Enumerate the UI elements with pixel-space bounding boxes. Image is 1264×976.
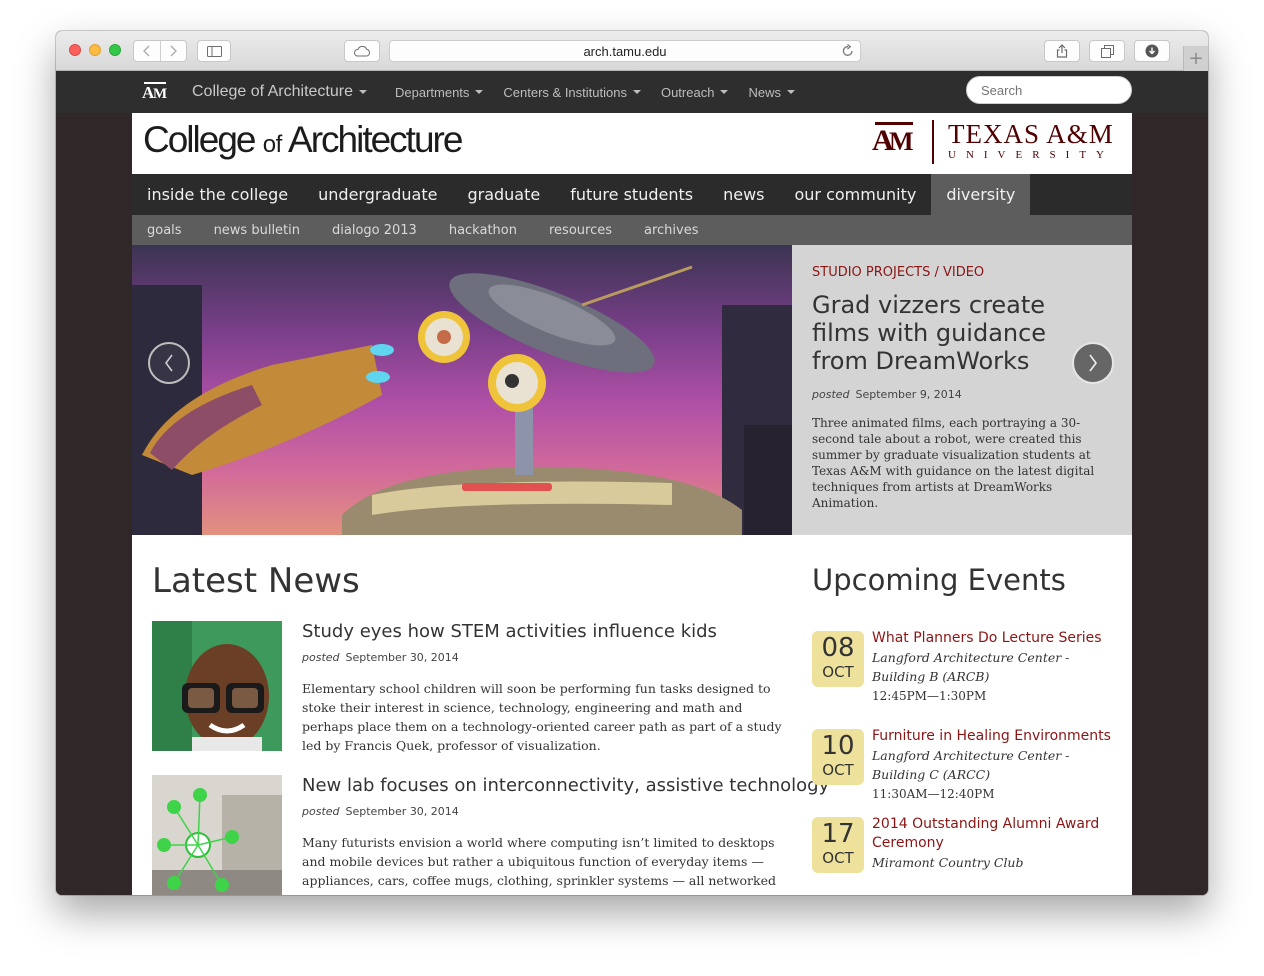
news-thumbnail-stem[interactable] (152, 621, 282, 751)
event-location: Miramont Country Club (872, 855, 1024, 870)
hero-slider: STUDIO PROJECTS / VIDEO Grad vizzers cre… (132, 245, 1132, 535)
hero-robot-image[interactable] (132, 245, 792, 535)
nav-news[interactable]: news (708, 174, 779, 215)
main-navigation: inside the college undergraduate graduat… (132, 174, 1132, 215)
hero-description: Three animated films, each portraying a … (812, 416, 1095, 510)
news-title[interactable]: New lab focuses on interconnectivity, as… (302, 775, 829, 797)
tamu-logo-small[interactable]: A M (142, 81, 168, 106)
event-title[interactable]: What Planners Do Lecture Series (872, 629, 1112, 648)
chevron-left-icon (165, 354, 173, 372)
caret-down-icon (358, 90, 367, 94)
topnav-news[interactable]: News (748, 85, 795, 100)
url-text: arch.tamu.edu (583, 43, 667, 59)
downloads-button[interactable] (1134, 40, 1170, 62)
slider-next-button[interactable] (1072, 342, 1114, 384)
search-input[interactable] (966, 76, 1132, 104)
browser-toolbar: arch.tamu.edu + (56, 31, 1208, 71)
news-post-meta: posted September 30, 2014 (302, 805, 459, 818)
nav-graduate[interactable]: graduate (452, 174, 555, 215)
hero-category[interactable]: STUDIO PROJECTS / VIDEO (812, 265, 984, 280)
caret-down-icon (786, 90, 795, 94)
latest-news-heading: Latest News (152, 561, 360, 601)
nav-our-community[interactable]: our community (779, 174, 931, 215)
tabs-icon (1100, 44, 1114, 58)
news-description: Elementary school children will soon be … (302, 681, 782, 753)
cloud-icon (353, 45, 370, 56)
topnav-outreach[interactable]: Outreach (661, 85, 729, 100)
hero-post-meta: posted September 9, 2014 (812, 388, 962, 401)
event-date-badge: 08 OCT (812, 631, 864, 687)
event-location: Langford Architecture Center - Building … (872, 650, 1070, 684)
event-time: 11:30AM—12:40PM (872, 787, 995, 801)
tabs-overview-button[interactable] (1089, 40, 1125, 62)
caret-down-icon (475, 90, 484, 94)
event-title[interactable]: Furniture in Healing Environments (872, 727, 1112, 746)
top-navigation: College of Architecture Departments Cent… (192, 71, 815, 113)
slider-prev-button[interactable] (148, 342, 190, 384)
browser-window: arch.tamu.edu + A M College of Architect… (56, 31, 1208, 895)
event-date-badge: 10 OCT (812, 729, 864, 785)
web-page: A M College of Architecture Departments … (56, 71, 1208, 895)
news-thumbnail-lab[interactable] (152, 775, 282, 895)
news-description: Many futurists envision a world where co… (302, 835, 776, 895)
sidebar-button[interactable] (197, 40, 231, 62)
back-button[interactable] (134, 41, 161, 61)
chevron-right-icon (1089, 354, 1097, 372)
svg-text:M: M (889, 127, 913, 156)
topnav-college-of-architecture[interactable]: College of Architecture (192, 83, 367, 101)
plus-icon: + (1188, 48, 1204, 69)
site-topbar: A M College of Architecture Departments … (56, 71, 1208, 113)
topnav-centers-institutions[interactable]: Centers & Institutions (503, 85, 641, 100)
event-date-badge: 17 OCT (812, 817, 864, 873)
caret-down-icon (632, 90, 641, 94)
subnav-dialogo-2013[interactable]: dialogo 2013 (317, 223, 432, 238)
address-bar[interactable]: arch.tamu.edu (389, 40, 861, 62)
news-title[interactable]: Study eyes how STEM activities influence… (302, 621, 802, 643)
forward-button[interactable] (161, 41, 187, 61)
download-icon (1145, 44, 1159, 58)
atm-logo-icon: A M (872, 120, 934, 164)
svg-text:M: M (153, 86, 167, 101)
nav-undergraduate[interactable]: undergraduate (303, 174, 452, 215)
college-logo[interactable]: College of Architecture (143, 119, 463, 161)
hero-caption: STUDIO PROJECTS / VIDEO Grad vizzers cre… (792, 245, 1132, 535)
subnav-archives[interactable]: archives (629, 223, 714, 238)
subnav-news-bulletin[interactable]: news bulletin (199, 223, 315, 238)
event-time: 12:45PM—1:30PM (872, 689, 987, 703)
hero-headline[interactable]: Grad vizzers create films with guidance … (812, 291, 1102, 375)
subnav-hackathon[interactable]: hackathon (434, 223, 532, 238)
icloud-tabs-button[interactable] (344, 40, 380, 62)
topnav-departments[interactable]: Departments (395, 85, 484, 100)
upcoming-events-heading: Upcoming Events (812, 563, 1066, 597)
reload-icon[interactable] (842, 43, 854, 60)
news-post-meta: posted September 30, 2014 (302, 651, 459, 664)
subnav-resources[interactable]: resources (534, 223, 627, 238)
chevron-right-icon (170, 45, 178, 57)
subnav-goals[interactable]: goals (132, 223, 197, 238)
texas-am-logo[interactable]: A M TEXAS A&M UNIVERSITY (872, 120, 1114, 164)
share-button[interactable] (1044, 40, 1080, 62)
caret-down-icon (720, 90, 729, 94)
nav-future-students[interactable]: future students (555, 174, 708, 215)
nav-inside-the-college[interactable]: inside the college (132, 174, 303, 215)
share-icon (1056, 44, 1068, 58)
brand-header: College of Architecture A M TEXAS A&M UN… (132, 113, 1132, 174)
zoom-window-button[interactable] (109, 44, 121, 56)
event-location: Langford Architecture Center - Building … (872, 748, 1070, 782)
chevron-left-icon (142, 45, 150, 57)
history-nav (133, 40, 187, 62)
atm-logo-icon: A M (142, 82, 168, 102)
sidebar-icon (206, 45, 222, 57)
minimize-window-button[interactable] (89, 44, 101, 56)
new-tab-button[interactable]: + (1183, 46, 1208, 71)
nav-diversity[interactable]: diversity (931, 174, 1031, 215)
event-title[interactable]: 2014 Outstanding Alumni Award Ceremony (872, 815, 1112, 853)
sub-navigation: goals news bulletin dialogo 2013 hackath… (132, 215, 1132, 245)
close-window-button[interactable] (69, 44, 81, 56)
site-content: College of Architecture A M TEXAS A&M UN… (132, 113, 1132, 895)
